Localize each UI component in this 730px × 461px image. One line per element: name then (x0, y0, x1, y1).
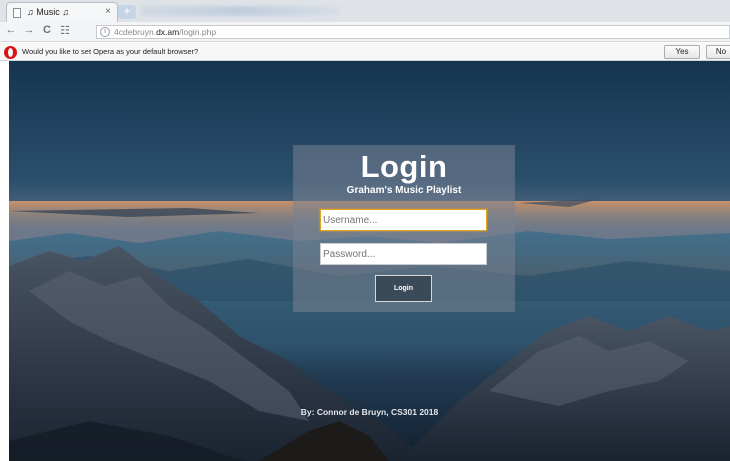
page-subtitle: Graham's Music Playlist (346, 185, 462, 196)
forward-icon[interactable]: → (22, 24, 36, 36)
default-browser-infobar: Would you like to set Opera as your defa… (0, 43, 730, 61)
no-button[interactable]: No (706, 45, 730, 59)
login-panel: Login Graham's Music Playlist Login (293, 145, 515, 312)
infobar-message: Would you like to set Opera as your defa… (22, 47, 199, 56)
page-icon (13, 8, 21, 18)
yes-button[interactable]: Yes (664, 45, 700, 59)
opera-logo-icon (4, 46, 17, 59)
close-icon[interactable]: × (105, 6, 111, 17)
blurred-tab-area (140, 6, 340, 16)
username-input[interactable] (320, 209, 487, 231)
speed-dial-icon[interactable]: ☷ (58, 24, 72, 37)
url-text: 4cdebruyn.dx.am/login.php (114, 27, 217, 37)
address-input[interactable]: i 4cdebruyn.dx.am/login.php (96, 25, 730, 39)
footer-credit: By: Connor de Bruyn, CS301 2018 (300, 407, 439, 417)
password-input[interactable] (320, 243, 487, 265)
new-tab-button[interactable]: + (118, 5, 136, 19)
tab-music[interactable]: ♫ Music ♫ × (6, 2, 118, 22)
page-title: Login (360, 149, 448, 184)
page-viewport: Login Graham's Music Playlist Login By: … (9, 61, 730, 461)
back-icon[interactable]: ← (4, 24, 18, 36)
site-info-icon[interactable]: i (100, 27, 110, 37)
login-button[interactable]: Login (375, 275, 432, 302)
address-toolbar: ← → C ☷ i 4cdebruyn.dx.am/login.php (0, 22, 730, 42)
reload-icon[interactable]: C (40, 24, 54, 36)
tab-title: ♫ Music ♫ (27, 7, 70, 17)
tab-strip: ♫ Music ♫ × + (0, 0, 730, 22)
